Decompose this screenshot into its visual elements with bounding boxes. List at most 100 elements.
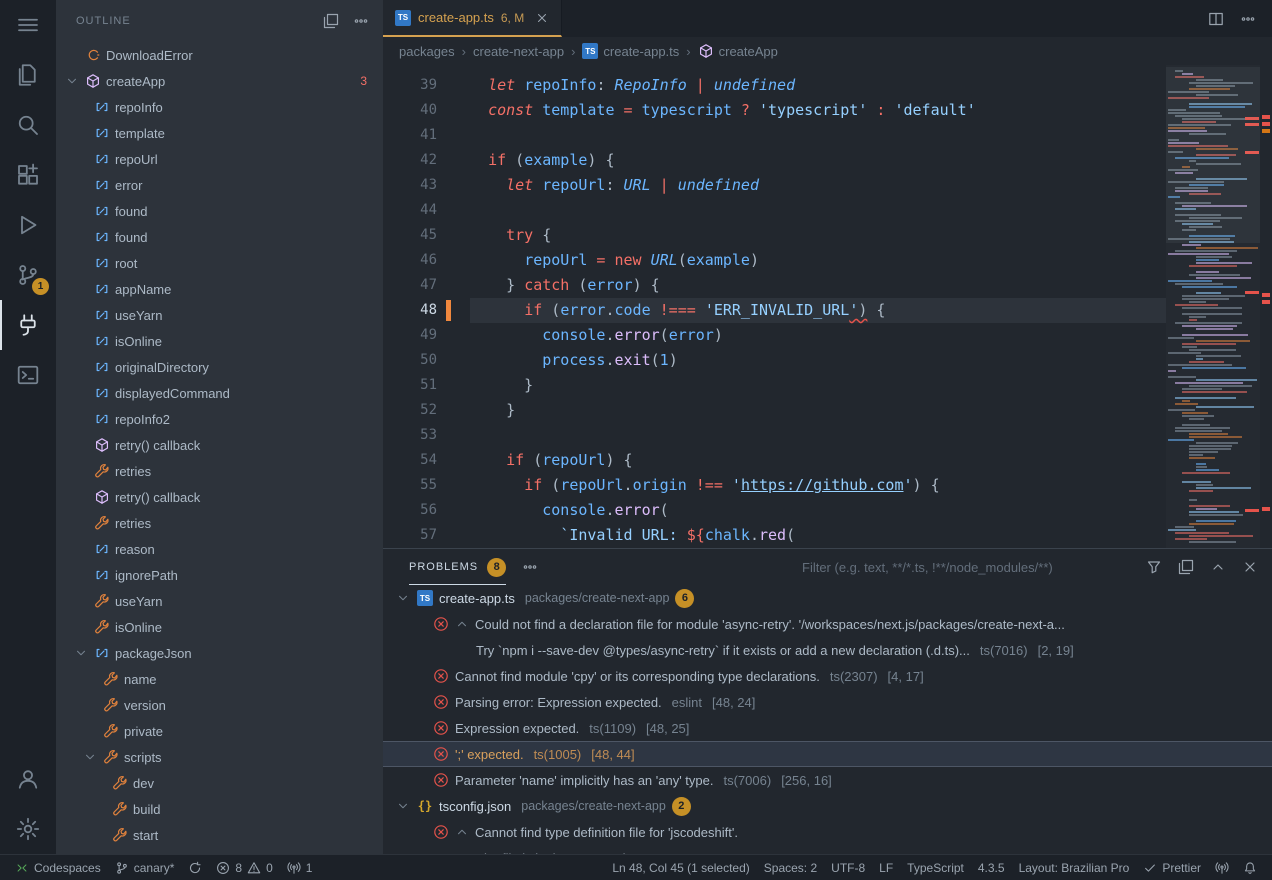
problems-row[interactable]: Cannot find type definition file for 'js… bbox=[383, 819, 1272, 845]
problems-row[interactable]: Could not find a declaration file for mo… bbox=[383, 611, 1272, 637]
tab-problems[interactable]: PROBLEMS 8 bbox=[409, 549, 506, 585]
more-actions-icon[interactable] bbox=[1240, 11, 1256, 27]
more-actions-icon[interactable] bbox=[522, 559, 538, 575]
filter-input[interactable] bbox=[802, 560, 1138, 575]
problems-file-row[interactable]: {}tsconfig.jsonpackages/create-next-app2 bbox=[383, 793, 1272, 819]
code-line[interactable]: 53 bbox=[383, 423, 1166, 448]
outline-item[interactable]: template bbox=[56, 120, 383, 146]
outline-item[interactable]: root bbox=[56, 250, 383, 276]
code-line[interactable]: 44 bbox=[383, 198, 1166, 223]
outline-item[interactable]: scripts bbox=[56, 744, 383, 770]
outline-item[interactable]: isOnline bbox=[56, 328, 383, 354]
code-line[interactable]: 39 let repoInfo: RepoInfo | undefined bbox=[383, 73, 1166, 98]
collapse-message-button[interactable] bbox=[455, 825, 469, 839]
account-button[interactable] bbox=[0, 754, 56, 804]
outline-item[interactable]: createApp3 bbox=[56, 68, 383, 94]
explorer-button[interactable] bbox=[0, 50, 56, 100]
problems-row[interactable]: The file is in the program because: bbox=[383, 845, 1272, 854]
code-line[interactable]: 49 console.error(error) bbox=[383, 323, 1166, 348]
breadcrumb-item[interactable]: create-next-app bbox=[473, 44, 564, 59]
outline-item[interactable]: repoInfo bbox=[56, 94, 383, 120]
remote-tower-button[interactable] bbox=[1208, 855, 1236, 880]
close-panel-icon[interactable] bbox=[1242, 559, 1258, 575]
breadcrumb-item[interactable]: createApp bbox=[698, 43, 778, 59]
editor[interactable]: 39 let repoInfo: RepoInfo | undefined40 … bbox=[383, 65, 1272, 548]
collapse-all-icon[interactable] bbox=[323, 13, 339, 29]
remote-explorer-button[interactable] bbox=[0, 300, 56, 350]
ts-version[interactable]: 4.3.5 bbox=[971, 855, 1012, 880]
problems-row[interactable]: Expression expected.ts(1109)[48, 25] bbox=[383, 715, 1272, 741]
code-line[interactable]: 41 bbox=[383, 123, 1166, 148]
eol-status[interactable]: LF bbox=[872, 855, 900, 880]
outline-item[interactable]: useYarn bbox=[56, 302, 383, 328]
outline-item[interactable]: DownloadError bbox=[56, 42, 383, 68]
outline-item[interactable]: version bbox=[56, 692, 383, 718]
settings-button[interactable] bbox=[0, 804, 56, 854]
breadcrumb-item[interactable]: TScreate-app.ts bbox=[582, 43, 679, 59]
code-line[interactable]: 57 `Invalid URL: ${chalk.red( bbox=[383, 523, 1166, 548]
collapse-message-button[interactable] bbox=[455, 617, 469, 631]
outline-item[interactable]: ignorePath bbox=[56, 562, 383, 588]
problems-row[interactable]: Cannot find module 'cpy' or its correspo… bbox=[383, 663, 1272, 689]
outline-item[interactable]: retry() callback bbox=[56, 432, 383, 458]
outline-item[interactable]: name bbox=[56, 666, 383, 692]
code-line[interactable]: 52 } bbox=[383, 398, 1166, 423]
outline-item[interactable]: retries bbox=[56, 510, 383, 536]
remote-indicator[interactable]: Codespaces bbox=[8, 855, 108, 880]
breadcrumb-item[interactable]: packages bbox=[399, 44, 455, 59]
code-line[interactable]: 54 if (repoUrl) { bbox=[383, 448, 1166, 473]
extensions-button[interactable] bbox=[0, 150, 56, 200]
code-line[interactable]: 56 console.error( bbox=[383, 498, 1166, 523]
code-line[interactable]: 48 if (error.code !=== 'ERR_INVALID_URL'… bbox=[383, 298, 1166, 323]
minimap[interactable] bbox=[1166, 65, 1260, 548]
outline-item[interactable]: appName bbox=[56, 276, 383, 302]
ports-indicator[interactable]: 1 bbox=[280, 855, 320, 880]
formatter-status[interactable]: Prettier bbox=[1136, 855, 1208, 880]
split-editor-icon[interactable] bbox=[1208, 11, 1224, 27]
outline-item[interactable]: build bbox=[56, 796, 383, 822]
code-line[interactable]: 46 repoUrl = new URL(example) bbox=[383, 248, 1166, 273]
problems-row[interactable]: Parameter 'name' implicitly has an 'any'… bbox=[383, 767, 1272, 793]
outline-item[interactable]: reason bbox=[56, 536, 383, 562]
outline-item[interactable]: start bbox=[56, 822, 383, 848]
outline-item[interactable]: originalDirectory bbox=[56, 354, 383, 380]
maximize-panel-icon[interactable] bbox=[1210, 559, 1226, 575]
code-line[interactable]: 40 const template = typescript ? 'typesc… bbox=[383, 98, 1166, 123]
run-debug-button[interactable] bbox=[0, 200, 56, 250]
code-line[interactable]: 45 try { bbox=[383, 223, 1166, 248]
outline-item[interactable]: retry() callback bbox=[56, 484, 383, 510]
outline-item[interactable]: repoInfo2 bbox=[56, 406, 383, 432]
language-mode[interactable]: TypeScript bbox=[900, 855, 971, 880]
branch-status[interactable]: canary* bbox=[108, 855, 182, 880]
problems-row[interactable]: Parsing error: Expression expected.eslin… bbox=[383, 689, 1272, 715]
outline-item[interactable]: retries bbox=[56, 458, 383, 484]
outline-item[interactable]: isOnline bbox=[56, 614, 383, 640]
sync-button[interactable] bbox=[181, 855, 209, 880]
outline-item[interactable]: dev bbox=[56, 770, 383, 796]
outline-item[interactable]: packageJson bbox=[56, 640, 383, 666]
outline-item[interactable]: found bbox=[56, 224, 383, 250]
outline-item[interactable]: displayedCommand bbox=[56, 380, 383, 406]
problems-row[interactable]: ';' expected.ts(1005)[48, 44] bbox=[383, 741, 1272, 767]
indentation-status[interactable]: Spaces: 2 bbox=[757, 855, 824, 880]
notifications-button[interactable] bbox=[1236, 855, 1264, 880]
encoding-status[interactable]: UTF-8 bbox=[824, 855, 872, 880]
terminal-view-button[interactable] bbox=[0, 350, 56, 400]
search-button[interactable] bbox=[0, 100, 56, 150]
outline-item[interactable]: error bbox=[56, 172, 383, 198]
code-line[interactable]: 43 let repoUrl: URL | undefined bbox=[383, 173, 1166, 198]
code-line[interactable]: 50 process.exit(1) bbox=[383, 348, 1166, 373]
code-line[interactable]: 42 if (example) { bbox=[383, 148, 1166, 173]
tab-create-app-ts[interactable]: TS create-app.ts 6, M bbox=[383, 0, 562, 37]
problems-summary[interactable]: 8 0 bbox=[209, 855, 279, 880]
menu-button[interactable] bbox=[0, 0, 56, 50]
keyboard-layout[interactable]: Layout: Brazilian Pro bbox=[1012, 855, 1137, 880]
source-control-button[interactable]: 1 bbox=[0, 250, 56, 300]
code-line[interactable]: 51 } bbox=[383, 373, 1166, 398]
more-actions-icon[interactable] bbox=[353, 13, 369, 29]
code-line[interactable]: 55 if (repoUrl.origin !== 'https://githu… bbox=[383, 473, 1166, 498]
outline-item[interactable]: private bbox=[56, 718, 383, 744]
filter-icon[interactable] bbox=[1146, 559, 1162, 575]
view-as-table-icon[interactable] bbox=[1178, 559, 1194, 575]
tab-close-icon[interactable] bbox=[535, 11, 549, 25]
